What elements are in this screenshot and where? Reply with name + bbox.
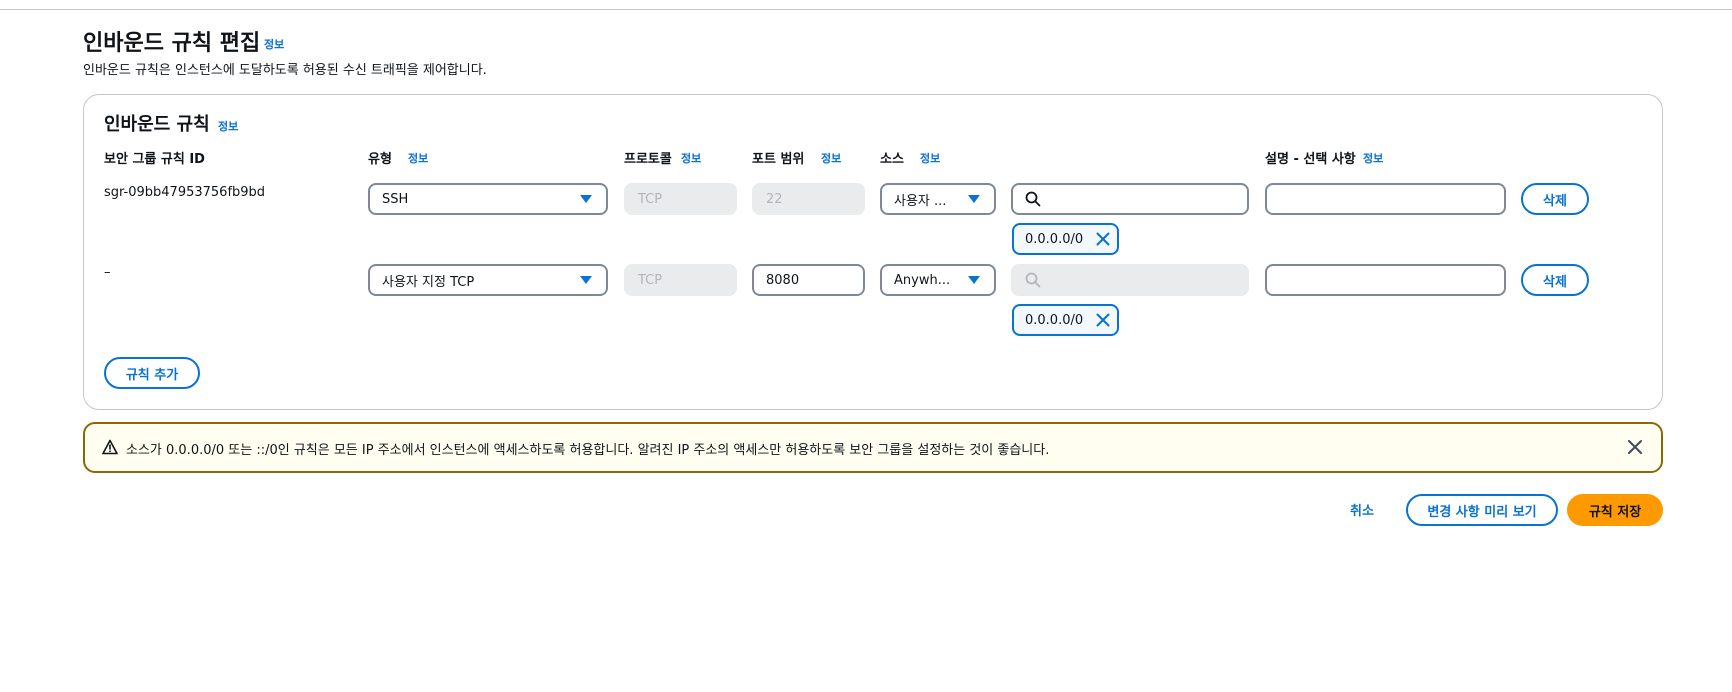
caret-down-icon (968, 276, 980, 284)
protocol-field: TCP (624, 264, 737, 296)
save-rules-button[interactable]: 규칙 저장 (1567, 494, 1663, 526)
caret-down-icon (580, 276, 592, 284)
search-icon (1025, 272, 1041, 288)
port-range-field: 22 (752, 183, 865, 215)
source-token-label: 0.0.0.0/0 (1025, 312, 1084, 328)
description-info-link[interactable]: 정보 (1363, 150, 1383, 166)
source-select-value: Anywh... (894, 272, 951, 288)
rule-id: – (104, 265, 111, 280)
col-header-description: 설명 - 선택 사항 (1265, 152, 1356, 167)
source-info-link[interactable]: 정보 (920, 150, 940, 166)
delete-button[interactable]: 삭제 (1521, 264, 1589, 296)
cancel-button[interactable]: 취소 (1350, 500, 1374, 519)
close-icon[interactable] (1096, 313, 1110, 327)
type-info-link[interactable]: 정보 (408, 150, 428, 166)
description-input[interactable] (1265, 264, 1506, 296)
source-token: 0.0.0.0/0 (1012, 304, 1119, 336)
source-token: 0.0.0.0/0 (1012, 223, 1119, 255)
source-token-label: 0.0.0.0/0 (1025, 231, 1084, 247)
search-icon (1025, 191, 1041, 207)
source-select-value: 사용자 ... (894, 193, 947, 209)
protocol-info-link[interactable]: 정보 (681, 150, 701, 166)
warning-icon (102, 439, 118, 455)
col-header-rule-id: 보안 그룹 규칙 ID (104, 152, 205, 167)
col-header-protocol: 프로토콜 (624, 152, 672, 167)
close-icon[interactable] (1626, 438, 1644, 456)
source-select[interactable]: 사용자 ... (880, 183, 996, 215)
type-select[interactable]: SSH (368, 183, 608, 215)
title-info-link[interactable]: 정보 (264, 36, 284, 52)
type-select-value: 사용자 지정 TCP (382, 274, 475, 290)
close-icon[interactable] (1096, 232, 1110, 246)
col-header-port-range: 포트 범위 (752, 152, 805, 167)
source-select[interactable]: Anywh... (880, 264, 996, 296)
description-input[interactable] (1265, 183, 1506, 215)
delete-button[interactable]: 삭제 (1521, 183, 1589, 215)
preview-changes-button[interactable]: 변경 사항 미리 보기 (1406, 494, 1558, 526)
page-description: 인바운드 규칙은 인스턴스에 도달하도록 허용된 수신 트래픽을 제어합니다. (83, 63, 487, 78)
port-range-input[interactable]: 8080 (752, 264, 865, 296)
page-title: 인바운드 규칙 편집 (83, 31, 261, 56)
type-select[interactable]: 사용자 지정 TCP (368, 264, 608, 296)
add-rule-button[interactable]: 규칙 추가 (104, 357, 200, 389)
caret-down-icon (580, 195, 592, 203)
type-select-value: SSH (382, 191, 409, 207)
caret-down-icon (968, 195, 980, 203)
rule-id: sgr-09bb47953756fb9bd (104, 185, 266, 200)
panel-title: 인바운드 규칙 (104, 114, 210, 135)
top-divider (0, 9, 1732, 10)
source-search-input (1011, 264, 1249, 296)
warning-alert: 소스가 0.0.0.0/0 또는 ::/0인 규칙은 모든 IP 주소에서 인스… (83, 422, 1663, 473)
panel-info-link[interactable]: 정보 (218, 118, 238, 134)
col-header-type: 유형 (368, 152, 392, 167)
protocol-field: TCP (624, 183, 737, 215)
port-range-info-link[interactable]: 정보 (821, 150, 841, 166)
inbound-rules-panel (83, 94, 1663, 410)
alert-message: 소스가 0.0.0.0/0 또는 ::/0인 규칙은 모든 IP 주소에서 인스… (126, 443, 1050, 458)
source-search-input[interactable] (1011, 183, 1249, 215)
col-header-source: 소스 (880, 152, 904, 167)
